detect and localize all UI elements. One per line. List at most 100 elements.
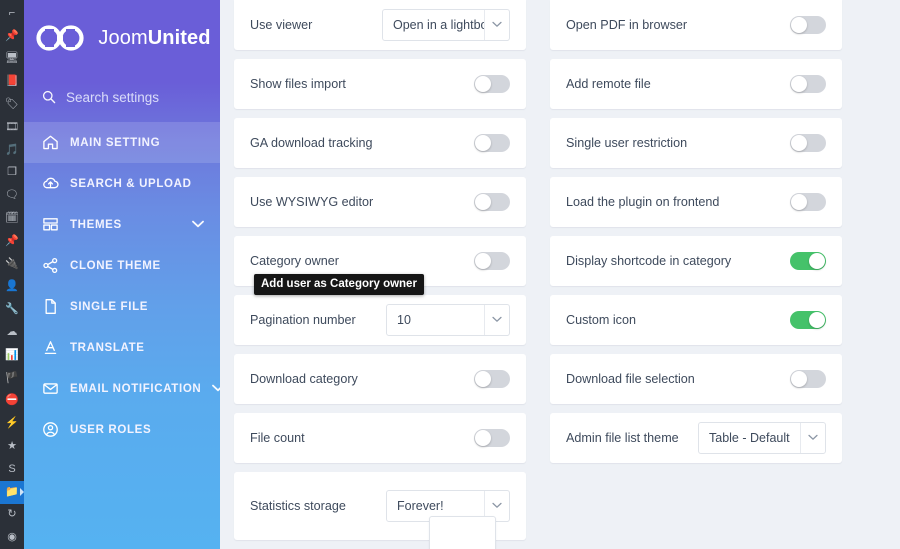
setting-label: GA download tracking <box>250 136 373 150</box>
copy-icon[interactable]: ❐ <box>0 162 24 185</box>
select-dropdown[interactable]: Open in a lightbo: <box>382 9 510 41</box>
folder-icon[interactable]: 📁 <box>0 480 24 504</box>
film-icon[interactable]: 🎞 <box>0 116 24 139</box>
application-window: ⌐ 📌 🖥 📕 🏷 🎞 🎵 ❐ 🗨 🗓 📌 🔌 👤 🔧 ☁ 📊 🏴 ⛔ ⚡ ★ S 📁 ↻ ◉ JoomUnited <box>0 0 900 549</box>
bolt-circle-icon[interactable]: ⚡ <box>0 412 24 435</box>
sidebar-item-label: TRANSLATE <box>70 341 145 354</box>
toggle-switch[interactable] <box>790 193 826 211</box>
sidebar-item-themes[interactable]: THEMES <box>24 204 220 245</box>
pin-tilt-icon[interactable]: ⌐ <box>0 2 24 25</box>
brand-logo: JoomUnited <box>24 0 220 76</box>
toggle-knob <box>475 135 491 151</box>
select-value: 10 <box>387 305 485 335</box>
dropdown-options-panel[interactable] <box>429 516 496 549</box>
setting-row: Open PDF in browser <box>550 0 842 50</box>
toggle-switch[interactable] <box>790 370 826 388</box>
book-icon[interactable]: 📕 <box>0 70 24 93</box>
window-icon[interactable]: 🖥 <box>0 48 24 71</box>
tag-icon[interactable]: 🏷 <box>0 93 24 116</box>
sidebar-item-user-roles[interactable]: USER ROLES <box>24 409 220 450</box>
sidebar-nav: MAIN SETTING SEARCH & UPLOAD THEMES CLONE T… <box>24 122 220 450</box>
s-letter-icon-glyph: S <box>8 462 16 475</box>
sidebar-item-email-notification[interactable]: EMAIL NOTIFICATION <box>24 368 220 409</box>
toggle-switch[interactable] <box>474 193 510 211</box>
calendar-icon-glyph: 🗓 <box>5 212 19 225</box>
joomunited-logo-icon <box>36 25 85 51</box>
setting-label: Use WYSIWYG editor <box>250 195 374 209</box>
book-icon-glyph: 📕 <box>5 75 19 88</box>
sidebar-item-main-setting[interactable]: MAIN SETTING <box>24 122 220 163</box>
no-entry-icon[interactable]: ⛔ <box>0 390 24 413</box>
search-input[interactable] <box>66 89 206 105</box>
toggle-switch[interactable] <box>790 252 826 270</box>
sidebar: JoomUnited MAIN SETTING SEARCH & UPLOAD TH… <box>24 0 220 549</box>
sidebar-item-label: THEMES <box>70 218 122 231</box>
flag-icon-glyph: 🏴 <box>5 371 19 384</box>
toggle-switch[interactable] <box>474 252 510 270</box>
lifebuoy-icon[interactable]: ◉ <box>0 526 24 549</box>
chevron-down-icon[interactable] <box>192 219 204 231</box>
file-icon <box>42 298 59 315</box>
toggle-knob <box>475 76 491 92</box>
toggle-switch[interactable] <box>790 75 826 93</box>
toggle-switch[interactable] <box>474 370 510 388</box>
plug-icon[interactable]: 🔌 <box>0 253 24 276</box>
setting-label: Load the plugin on frontend <box>566 195 720 209</box>
pushpin-icon-glyph: 📌 <box>5 29 19 42</box>
music-note-icon[interactable]: 🎵 <box>0 139 24 162</box>
setting-row: Download category <box>234 354 526 404</box>
select-dropdown[interactable]: Table - Default <box>698 422 826 454</box>
toggle-knob <box>475 253 491 269</box>
chevron-down-icon[interactable] <box>485 20 509 30</box>
sidebar-search[interactable] <box>24 76 220 118</box>
chevron-down-icon[interactable] <box>801 433 825 443</box>
refresh-icon[interactable]: ↻ <box>0 504 24 527</box>
s-letter-icon[interactable]: S <box>0 458 24 481</box>
brand-name-bold: United <box>147 26 211 49</box>
calendar-icon[interactable]: 🗓 <box>0 207 24 230</box>
toggle-switch[interactable] <box>790 16 826 34</box>
sidebar-item-search-upload[interactable]: SEARCH & UPLOAD <box>24 163 220 204</box>
user-icon[interactable]: 👤 <box>0 276 24 299</box>
toggle-knob <box>475 371 491 387</box>
toggle-knob <box>791 371 807 387</box>
setting-label: Show files import <box>250 77 346 91</box>
sidebar-item-single-file[interactable]: SINGLE FILE <box>24 286 220 327</box>
cloud-icon[interactable]: ☁ <box>0 321 24 344</box>
toggle-switch[interactable] <box>474 429 510 447</box>
flag-icon[interactable]: 🏴 <box>0 367 24 390</box>
sidebar-item-clone-theme[interactable]: CLONE THEME <box>24 245 220 286</box>
setting-label: Category owner <box>250 254 339 268</box>
chart-icon[interactable]: 📊 <box>0 344 24 367</box>
star-icon[interactable]: ★ <box>0 435 24 458</box>
setting-row: Load the plugin on frontend <box>550 177 842 227</box>
setting-label: Single user restriction <box>566 136 688 150</box>
toggle-knob <box>475 194 491 210</box>
toggle-switch[interactable] <box>474 75 510 93</box>
setting-label: Use viewer <box>250 18 313 32</box>
setting-row: File count <box>234 413 526 463</box>
pin-tilt-icon-glyph: ⌐ <box>8 6 16 19</box>
brand-name-light: Joom <box>98 26 148 49</box>
brand-name: JoomUnited <box>98 27 210 50</box>
toggle-switch[interactable] <box>790 134 826 152</box>
setting-row: Use WYSIWYG editor <box>234 177 526 227</box>
select-dropdown[interactable]: 10 <box>386 304 510 336</box>
sidebar-item-translate[interactable]: TRANSLATE <box>24 327 220 368</box>
home-icon <box>42 134 59 151</box>
sidebar-item-label: USER ROLES <box>70 423 152 436</box>
setting-row: GA download tracking <box>234 118 526 168</box>
toggle-switch[interactable] <box>790 311 826 329</box>
pushpin-small-icon[interactable]: 📌 <box>0 230 24 253</box>
sidebar-item-label: SINGLE FILE <box>70 300 149 313</box>
pushpin-icon[interactable]: 📌 <box>0 25 24 48</box>
refresh-icon-glyph: ↻ <box>7 508 17 521</box>
setting-label: Add remote file <box>566 77 651 91</box>
chevron-down-icon[interactable] <box>212 383 220 395</box>
lifebuoy-icon-glyph: ◉ <box>7 531 17 544</box>
speech-bubble-icon[interactable]: 🗨 <box>0 184 24 207</box>
chevron-down-icon[interactable] <box>485 501 509 511</box>
toggle-switch[interactable] <box>474 134 510 152</box>
wrench-icon[interactable]: 🔧 <box>0 298 24 321</box>
chevron-down-icon[interactable] <box>485 315 509 325</box>
